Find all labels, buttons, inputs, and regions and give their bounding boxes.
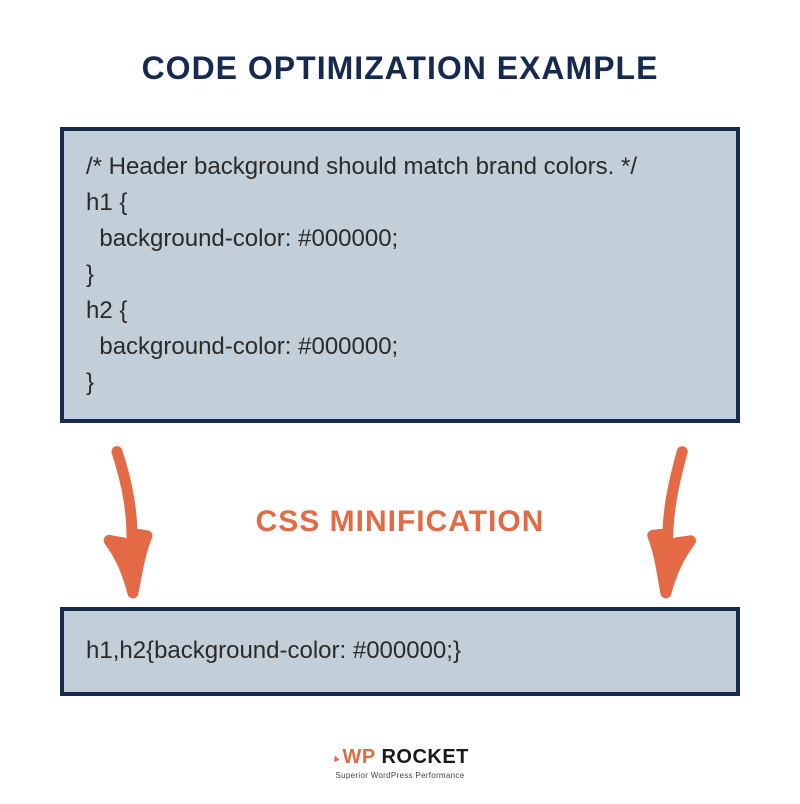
rocket-icon: ▲ (330, 752, 344, 766)
subtitle: CSS MINIFICATION (256, 505, 545, 539)
code-after-box: h1,h2{background-color: #000000;} (60, 607, 740, 696)
arrow-down-icon (625, 440, 717, 606)
logo-rocket: ROCKET (381, 746, 468, 768)
arrow-down-icon (85, 440, 174, 605)
logo-tagline: Superior WordPress Performance (0, 771, 800, 780)
wp-rocket-logo: ▲WP ROCKET Superior WordPress Performanc… (0, 746, 800, 780)
page-title: CODE OPTIMIZATION EXAMPLE (142, 50, 659, 87)
logo-wp: WP (343, 746, 376, 768)
transition-row: CSS MINIFICATION (60, 437, 740, 607)
code-before-box: /* Header background should match brand … (60, 127, 740, 423)
